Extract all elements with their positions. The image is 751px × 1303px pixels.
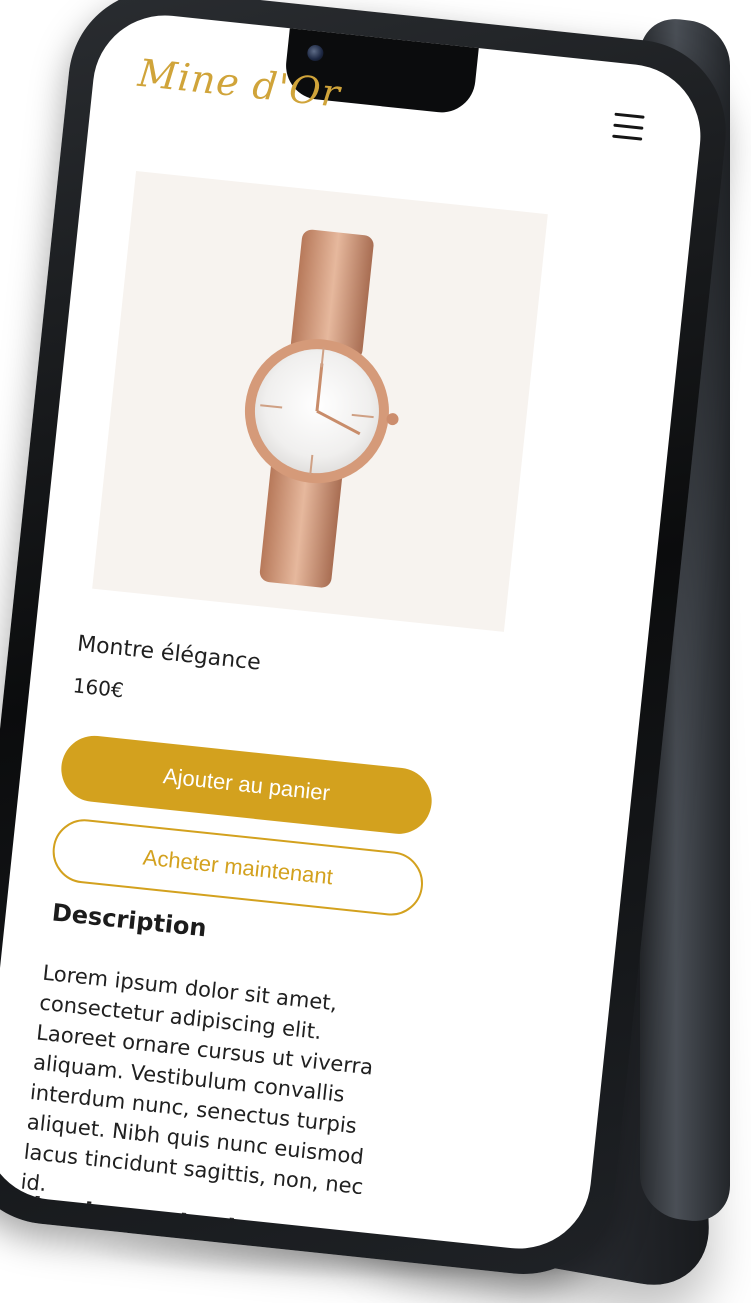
product-name: Montre élégance: [75, 631, 262, 676]
camera-icon: [306, 44, 325, 62]
menu-line-2: [613, 123, 644, 130]
description-text: Lorem ipsum dolor sit amet, consectetur …: [19, 960, 375, 1200]
description-title: Description: [50, 898, 208, 943]
phone-front-body: Mine d'Or Montre élégance 160€ Ajouter a…: [0, 0, 735, 1284]
phone-screen: Mine d'Or Montre élégance 160€ Ajouter a…: [0, 8, 708, 1256]
watch-illustration: [244, 229, 399, 588]
product-image: [92, 170, 548, 632]
menu-line-1: [614, 112, 645, 119]
product-price: 160€: [71, 673, 125, 703]
menu-line-3: [612, 134, 643, 141]
hamburger-menu-icon[interactable]: [612, 112, 645, 146]
device-mockup-stage: Mine d'Or Montre élégance 160€ Ajouter a…: [0, 0, 751, 1303]
